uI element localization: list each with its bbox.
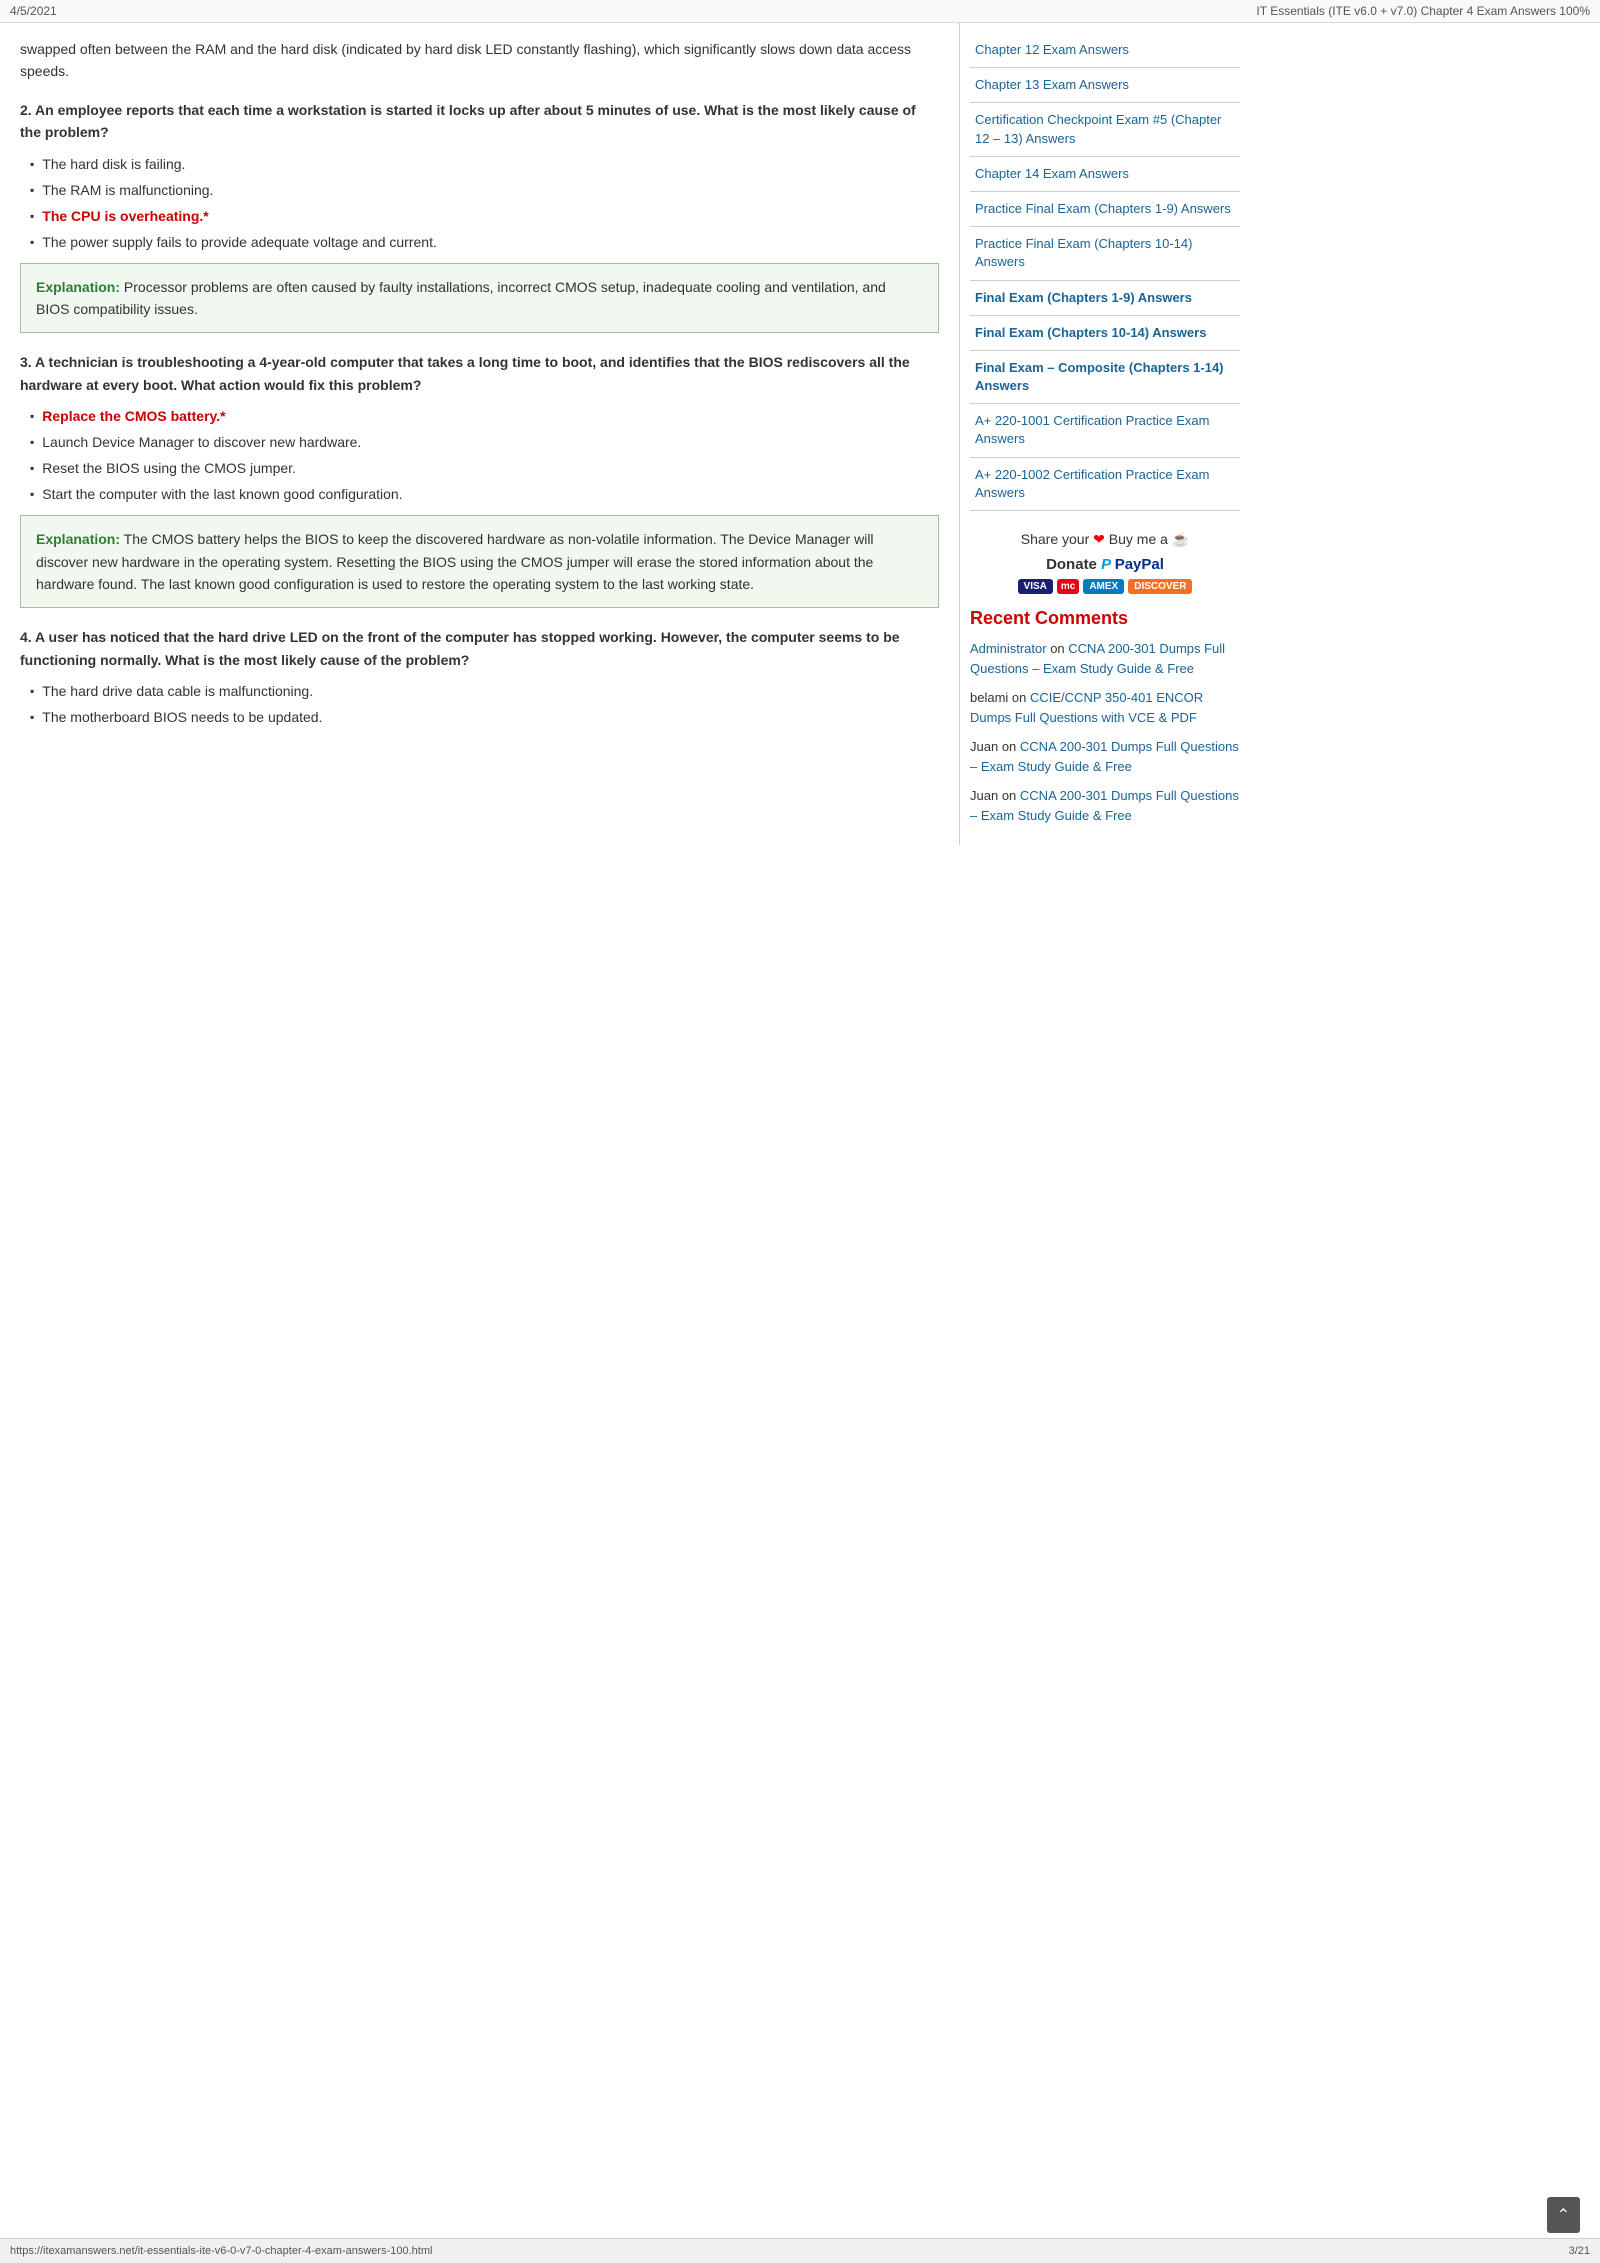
explanation-2-text: Processor problems are often caused by f…	[36, 279, 886, 317]
question-4-block: 4. A user has noticed that the hard driv…	[20, 626, 939, 728]
coffee-icon: ☕	[1172, 531, 1189, 547]
explanation-2-label: Explanation:	[36, 279, 120, 295]
sidebar-link-10-anchor[interactable]: A+ 220-1002 Certification Practice Exam …	[975, 467, 1209, 500]
mastercard-icon: mc	[1057, 579, 1079, 594]
sidebar-link-6[interactable]: Final Exam (Chapters 1-9) Answers	[970, 281, 1240, 316]
sidebar-link-8-anchor[interactable]: Final Exam – Composite (Chapters 1-14) A…	[975, 360, 1224, 393]
question-3-text: 3. A technician is troubleshooting a 4-y…	[20, 351, 939, 396]
comment-1-author: belami	[970, 690, 1008, 705]
intro-text: swapped often between the RAM and the ha…	[20, 38, 939, 83]
donate-label: Donate	[1046, 556, 1097, 573]
sidebar-link-10[interactable]: A+ 220-1002 Certification Practice Exam …	[970, 458, 1240, 511]
paypal-wordmark: PayPal	[1115, 556, 1164, 573]
sidebar-link-2-anchor[interactable]: Certification Checkpoint Exam #5 (Chapte…	[975, 112, 1221, 145]
question-2-block: 2. An employee reports that each time a …	[20, 99, 939, 334]
sidebar-link-0[interactable]: Chapter 12 Exam Answers	[970, 33, 1240, 68]
sidebar-link-4-anchor[interactable]: Practice Final Exam (Chapters 1-9) Answe…	[975, 201, 1231, 216]
comment-3-author: Juan	[970, 788, 998, 803]
donate-line: Donate P PayPal	[970, 556, 1240, 573]
bottom-page: 3/21	[1569, 2245, 1590, 2257]
bottom-bar: https://itexamanswers.net/it-essentials-…	[0, 2238, 1600, 2263]
comment-2: Juan on CCNA 200-301 Dumps Full Question…	[970, 737, 1240, 776]
question-4-text: 4. A user has noticed that the hard driv…	[20, 626, 939, 671]
sidebar-link-5[interactable]: Practice Final Exam (Chapters 10-14) Ans…	[970, 227, 1240, 280]
sidebar-link-8[interactable]: Final Exam – Composite (Chapters 1-14) A…	[970, 351, 1240, 404]
sidebar-link-5-anchor[interactable]: Practice Final Exam (Chapters 10-14) Ans…	[975, 236, 1192, 269]
answer-3-4: Start the computer with the last known g…	[30, 484, 939, 505]
scroll-top-button[interactable]: ⌃	[1547, 2197, 1580, 2233]
share-text: Share your	[1021, 531, 1089, 547]
donate-section: Share your ❤ Buy me a ☕ Donate P PayPal …	[970, 531, 1240, 594]
recent-comments-title: Recent Comments	[970, 608, 1240, 629]
comment-1: belami on CCIE/CCNP 350-401 ENCOR Dumps …	[970, 688, 1240, 727]
paypal-p-icon: P	[1101, 556, 1115, 573]
recent-comments-section: Recent Comments Administrator on CCNA 20…	[970, 608, 1240, 825]
sidebar-link-7-anchor[interactable]: Final Exam (Chapters 10-14) Answers	[975, 325, 1206, 340]
answer-3-1-correct: Replace the CMOS battery.*	[30, 406, 939, 427]
sidebar: Chapter 12 Exam Answers Chapter 13 Exam …	[960, 23, 1250, 845]
question-4-answers: The hard drive data cable is malfunction…	[20, 681, 939, 728]
sidebar-link-0-anchor[interactable]: Chapter 12 Exam Answers	[975, 42, 1129, 57]
sidebar-link-1[interactable]: Chapter 13 Exam Answers	[970, 68, 1240, 103]
answer-3-2: Launch Device Manager to discover new ha…	[30, 432, 939, 453]
bottom-url: https://itexamanswers.net/it-essentials-…	[10, 2245, 432, 2257]
comment-2-on: on	[1002, 739, 1020, 754]
sidebar-link-3-anchor[interactable]: Chapter 14 Exam Answers	[975, 166, 1129, 181]
answer-2-2: The RAM is malfunctioning.	[30, 180, 939, 201]
explanation-3-text: The CMOS battery helps the BIOS to keep …	[36, 531, 874, 592]
answer-2-4: The power supply fails to provide adequa…	[30, 232, 939, 253]
share-line: Share your ❤ Buy me a ☕	[970, 531, 1240, 548]
answer-4-1: The hard drive data cable is malfunction…	[30, 681, 939, 702]
sidebar-link-7[interactable]: Final Exam (Chapters 10-14) Answers	[970, 316, 1240, 351]
comment-3-on: on	[1002, 788, 1020, 803]
comment-0: Administrator on CCNA 200-301 Dumps Full…	[970, 639, 1240, 678]
explanation-3-box: Explanation: The CMOS battery helps the …	[20, 515, 939, 608]
card-icons: VISA mc AMEX DISCOVER	[970, 579, 1240, 594]
sidebar-nav-links: Chapter 12 Exam Answers Chapter 13 Exam …	[970, 33, 1240, 511]
question-2-answers: The hard disk is failing. The RAM is mal…	[20, 154, 939, 253]
sidebar-link-9[interactable]: A+ 220-1001 Certification Practice Exam …	[970, 404, 1240, 457]
sidebar-link-2[interactable]: Certification Checkpoint Exam #5 (Chapte…	[970, 103, 1240, 156]
comment-0-on: on	[1050, 641, 1068, 656]
question-2-text: 2. An employee reports that each time a …	[20, 99, 939, 144]
comment-1-on: on	[1012, 690, 1030, 705]
amex-icon: AMEX	[1083, 579, 1124, 594]
comment-0-author[interactable]: Administrator	[970, 641, 1047, 656]
question-3-answers: Replace the CMOS battery.* Launch Device…	[20, 406, 939, 505]
comment-2-author: Juan	[970, 739, 998, 754]
answer-2-3-correct: The CPU is overheating.*	[30, 206, 939, 227]
question-3-block: 3. A technician is troubleshooting a 4-y…	[20, 351, 939, 608]
heart-icon: ❤	[1093, 531, 1105, 547]
page-layout: swapped often between the RAM and the ha…	[0, 23, 1600, 845]
buy-text: Buy me a	[1109, 531, 1168, 547]
sidebar-link-1-anchor[interactable]: Chapter 13 Exam Answers	[975, 77, 1129, 92]
sidebar-link-9-anchor[interactable]: A+ 220-1001 Certification Practice Exam …	[975, 413, 1209, 446]
top-bar-date: 4/5/2021	[10, 4, 57, 18]
explanation-2-box: Explanation: Processor problems are ofte…	[20, 263, 939, 334]
answer-2-1: The hard disk is failing.	[30, 154, 939, 175]
comment-3: Juan on CCNA 200-301 Dumps Full Question…	[970, 786, 1240, 825]
answer-3-3: Reset the BIOS using the CMOS jumper.	[30, 458, 939, 479]
main-content: swapped often between the RAM and the ha…	[0, 23, 960, 845]
sidebar-link-4[interactable]: Practice Final Exam (Chapters 1-9) Answe…	[970, 192, 1240, 227]
sidebar-link-6-anchor[interactable]: Final Exam (Chapters 1-9) Answers	[975, 290, 1192, 305]
visa-card-icon: VISA	[1018, 579, 1053, 594]
discover-icon: DISCOVER	[1128, 579, 1192, 594]
sidebar-link-3[interactable]: Chapter 14 Exam Answers	[970, 157, 1240, 192]
explanation-3-label: Explanation:	[36, 531, 120, 547]
answer-4-2: The motherboard BIOS needs to be updated…	[30, 707, 939, 728]
top-bar: 4/5/2021 IT Essentials (ITE v6.0 + v7.0)…	[0, 0, 1600, 23]
top-bar-title: IT Essentials (ITE v6.0 + v7.0) Chapter …	[1256, 4, 1590, 18]
